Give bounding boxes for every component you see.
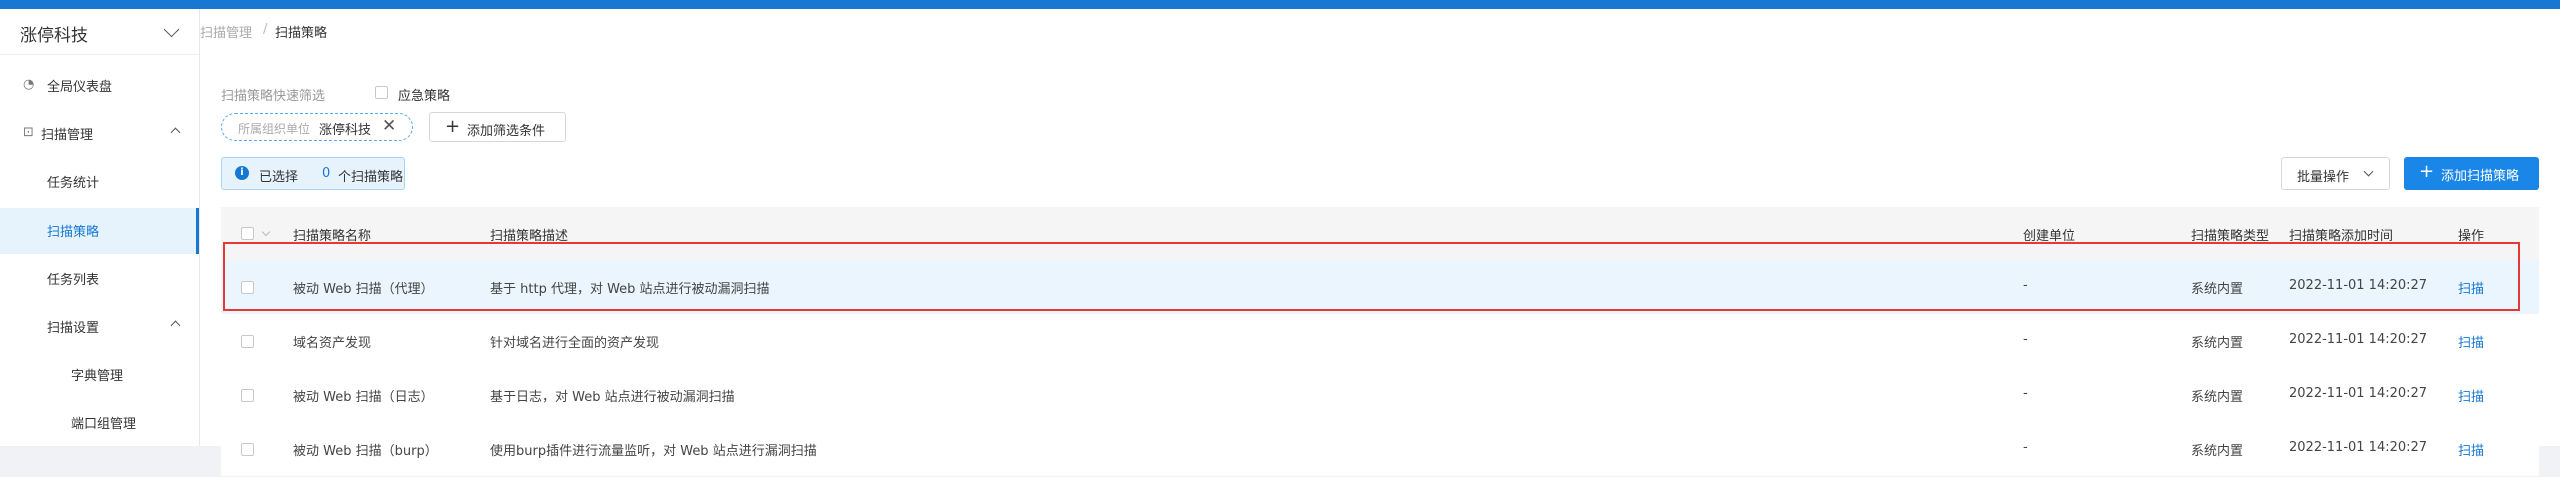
policy-time: 2022-11-01 14:20:27: [2289, 278, 2428, 293]
table-row[interactable]: 域名资产发现 针对域名进行全面的资产发现 - 系统内置 2022-11-01 1…: [221, 314, 2539, 369]
add-filter-button[interactable]: + 添加筛选条件: [429, 112, 566, 142]
sidebar-item-scan-settings[interactable]: 扫描设置: [0, 304, 199, 350]
sidebar-item-dictionary[interactable]: 字典管理: [0, 352, 199, 398]
policy-description: 基于日志，对 Web 站点进行被动漏洞扫描: [490, 390, 735, 405]
column-header-type: 扫描策略类型: [2191, 229, 2270, 244]
policy-name: 被动 Web 扫描（burp）: [293, 444, 438, 459]
scan-link[interactable]: 扫描: [2458, 278, 2484, 297]
sidebar-item-label: 任务统计: [47, 176, 100, 191]
selection-info: i 已选择 0 个扫描策略: [221, 157, 405, 190]
policy-type: 系统内置: [2191, 390, 2244, 405]
sidebar-item-port-groups[interactable]: 端口组管理: [0, 400, 199, 446]
row-checkbox[interactable]: [241, 281, 254, 294]
info-icon: i: [235, 166, 249, 180]
scan-icon: ⊡: [23, 125, 34, 140]
org-switcher[interactable]: 涨停科技: [0, 9, 199, 55]
filter-chip-value: 涨停科技: [319, 123, 372, 138]
policy-type: 系统内置: [2191, 336, 2244, 351]
add-scan-policy-label: 添加扫描策略: [2441, 169, 2520, 184]
scan-link[interactable]: 扫描: [2458, 440, 2484, 459]
dashboard-icon: ◔: [23, 77, 35, 92]
column-header-description: 扫描策略描述: [490, 229, 569, 244]
add-scan-policy-button[interactable]: + 添加扫描策略: [2404, 157, 2539, 190]
quick-filter-label: 扫描策略快速筛选: [221, 89, 326, 104]
table-row[interactable]: 被动 Web 扫描（burp） 使用burp插件进行流量监听，对 Web 站点进…: [221, 422, 2539, 477]
close-icon[interactable]: ✕: [382, 116, 396, 136]
policy-time: 2022-11-01 14:20:27: [2289, 386, 2428, 401]
policy-description: 针对域名进行全面的资产发现: [490, 336, 660, 351]
column-header-name: 扫描策略名称: [293, 229, 372, 244]
batch-actions-button[interactable]: 批量操作: [2281, 157, 2390, 190]
selection-suffix: 个扫描策略: [338, 170, 404, 185]
policy-unit: -: [2023, 386, 2028, 401]
scan-link[interactable]: 扫描: [2458, 386, 2484, 405]
policy-unit: -: [2023, 278, 2028, 293]
filter-chip-key: 所属组织单位: [238, 122, 311, 136]
urgent-policy-label[interactable]: 应急策略: [398, 85, 450, 104]
chevron-down-icon: [2363, 166, 2374, 177]
top-accent-bar: [0, 0, 2560, 9]
policy-name: 被动 Web 扫描（代理）: [293, 282, 434, 297]
policy-description: 使用burp插件进行流量监听，对 Web 站点进行漏洞扫描: [490, 444, 817, 459]
sidebar-item-dashboard[interactable]: ◔ 全局仪表盘: [0, 63, 199, 109]
sidebar-item-task-stats[interactable]: 任务统计: [0, 159, 199, 205]
filter-chip-org[interactable]: 所属组织单位 涨停科技 ✕: [221, 113, 413, 141]
select-all-checkbox[interactable]: [241, 227, 254, 240]
policy-unit: -: [2023, 440, 2028, 455]
plus-icon: +: [445, 116, 461, 137]
urgent-policy-checkbox[interactable]: [375, 86, 388, 99]
policy-type: 系统内置: [2191, 444, 2244, 459]
sidebar-item-label: 字典管理: [71, 369, 124, 384]
chevron-down-icon[interactable]: [261, 227, 271, 237]
row-checkbox[interactable]: [241, 389, 254, 402]
chevron-down-icon[interactable]: [163, 21, 180, 38]
policy-unit: -: [2023, 332, 2028, 347]
row-checkbox[interactable]: [241, 335, 254, 348]
policy-description: 基于 http 代理，对 Web 站点进行被动漏洞扫描: [490, 282, 770, 297]
plus-icon: +: [2419, 161, 2435, 182]
breadcrumb-separator: /: [263, 22, 268, 37]
scan-link[interactable]: 扫描: [2458, 332, 2484, 351]
breadcrumb: 扫描管理 / 扫描策略: [200, 9, 2560, 55]
breadcrumb-current: 扫描策略: [275, 26, 328, 41]
org-name: 涨停科技: [20, 26, 88, 46]
active-indicator: [196, 208, 199, 254]
sidebar-item-label: 任务列表: [47, 273, 100, 288]
table-header: 扫描策略名称 扫描策略描述 创建单位 扫描策略类型 扫描策略添加时间 操作: [221, 207, 2539, 260]
column-header-unit: 创建单位: [2023, 229, 2076, 244]
policy-type: 系统内置: [2191, 282, 2244, 297]
selection-prefix: 已选择: [259, 170, 299, 185]
chevron-up-icon: [170, 320, 181, 331]
batch-actions-label: 批量操作: [2297, 170, 2350, 185]
table-row[interactable]: 被动 Web 扫描（代理） 基于 http 代理，对 Web 站点进行被动漏洞扫…: [221, 260, 2539, 315]
breadcrumb-parent[interactable]: 扫描管理: [200, 22, 252, 41]
table-row[interactable]: 被动 Web 扫描（日志） 基于日志，对 Web 站点进行被动漏洞扫描 - 系统…: [221, 368, 2539, 423]
sidebar-item-label: 扫描管理: [41, 128, 94, 143]
sidebar-item-label: 扫描设置: [47, 321, 100, 336]
column-header-time: 扫描策略添加时间: [2289, 229, 2394, 244]
policy-name: 域名资产发现: [293, 336, 372, 351]
sidebar-item-task-list[interactable]: 任务列表: [0, 256, 199, 302]
sidebar-item-label: 端口组管理: [71, 417, 137, 432]
main-panel: 扫描策略快速筛选 应急策略 所属组织单位 涨停科技 ✕ + 添加筛选条件 i 已…: [200, 54, 2560, 477]
row-checkbox[interactable]: [241, 443, 254, 456]
sidebar-item-label: 扫描策略: [47, 225, 100, 240]
sidebar-item-scan-policy[interactable]: 扫描策略: [0, 208, 199, 254]
sidebar-item-scan-management[interactable]: ⊡ 扫描管理: [0, 111, 199, 157]
selection-count: 0: [322, 166, 331, 181]
policy-time: 2022-11-01 14:20:27: [2289, 440, 2428, 455]
policy-name: 被动 Web 扫描（日志）: [293, 390, 434, 405]
add-filter-label: 添加筛选条件: [467, 124, 546, 139]
sidebar: 涨停科技 ◔ 全局仪表盘 ⊡ 扫描管理 任务统计 扫描策略 任务列表 扫描设置 …: [0, 9, 200, 446]
chevron-up-icon: [170, 127, 181, 138]
policy-time: 2022-11-01 14:20:27: [2289, 332, 2428, 347]
column-header-actions: 操作: [2458, 229, 2485, 244]
sidebar-item-label: 全局仪表盘: [47, 80, 113, 95]
